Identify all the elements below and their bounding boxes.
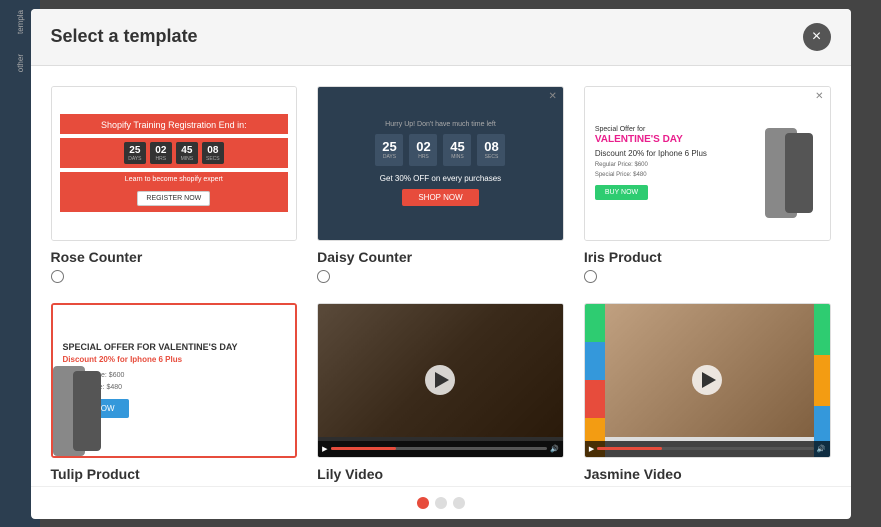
lily-video-controls: ▶ 🔊 — [318, 441, 563, 457]
rose-secs-box: 08 SECS — [202, 142, 224, 164]
lily-template-name: Lily Video — [317, 466, 383, 482]
page-dot-1[interactable] — [417, 497, 429, 509]
template-preview-daisy[interactable]: ✕ Hurry Up! Don't have much time left 25… — [317, 86, 564, 241]
rose-register-btn[interactable]: REGISTER NOW — [137, 191, 210, 206]
modal-body: Shopify Training Registration End in: 25… — [31, 66, 851, 486]
lily-volume-icon[interactable]: 🔊 — [550, 445, 559, 453]
rose-counter-preview: Shopify Training Registration End in: 25… — [52, 87, 297, 240]
jasmine-play-button[interactable] — [692, 365, 722, 395]
jasmine-video-preview: ▶ 🔊 — [585, 304, 830, 457]
modal-footer — [31, 486, 851, 519]
jasmine-bar-green — [585, 304, 605, 342]
daisy-days-box: 25 DAYS — [375, 134, 403, 166]
template-preview-iris[interactable]: ✕ Special Offer for VALENTINE'S DAY Disc… — [584, 86, 831, 241]
modal-header: Select a template × — [31, 9, 851, 66]
jasmine-video-controls: ▶ 🔊 — [585, 441, 830, 457]
template-preview-lily[interactable]: ▶ 🔊 — [317, 303, 564, 458]
jasmine-progress-fill — [597, 447, 662, 450]
lily-progress-bar[interactable] — [331, 447, 548, 450]
rose-mins-box: 45 MINS — [176, 142, 198, 164]
iris-close-icon: ✕ — [815, 91, 823, 102]
jasmine-bar-red — [585, 380, 605, 418]
daisy-secs-box: 08 SECS — [477, 134, 505, 166]
daisy-hrs-box: 02 HRS — [409, 134, 437, 166]
lily-play-icon — [435, 372, 449, 388]
daisy-radio[interactable] — [317, 270, 330, 283]
jasmine-right-bars — [814, 304, 830, 457]
lily-play-pause-icon[interactable]: ▶ — [322, 445, 327, 453]
daisy-mins-box: 45 MINS — [443, 134, 471, 166]
daisy-template-name: Daisy Counter — [317, 249, 412, 265]
template-modal: Select a template × Shopify Training Reg… — [31, 9, 851, 519]
rose-top-bar: Shopify Training Registration End in: — [60, 114, 289, 134]
iris-product-preview: ✕ Special Offer for VALENTINE'S DAY Disc… — [585, 87, 830, 240]
sidebar-label-other: other — [16, 54, 25, 72]
lily-progress-fill — [331, 447, 396, 450]
iris-template-name: Iris Product — [584, 249, 662, 265]
rose-template-name: Rose Counter — [51, 249, 143, 265]
template-item-jasmine: ▶ 🔊 Jasmine Video — [584, 303, 831, 486]
iris-prices: Regular Price: $600 Special Price: $480 — [595, 161, 759, 180]
page-dot-3[interactable] — [453, 497, 465, 509]
rose-days-box: 25 DAYS — [124, 142, 146, 164]
template-preview-rose[interactable]: Shopify Training Registration End in: 25… — [51, 86, 298, 241]
template-item-rose: Shopify Training Registration End in: 25… — [51, 86, 298, 283]
phone-shape-back — [785, 133, 813, 213]
jasmine-play-pause-icon[interactable]: ▶ — [589, 445, 594, 453]
template-preview-tulip[interactable]: SPECIAL OFFER FOR VALENTINE'S DAY Discou… — [51, 303, 298, 458]
rose-hrs-box: 02 HRS — [150, 142, 172, 164]
close-button[interactable]: × — [803, 23, 831, 51]
modal-title: Select a template — [51, 26, 198, 47]
jasmine-bar-blue — [585, 342, 605, 380]
iris-phone-image — [765, 108, 820, 218]
template-item-tulip: SPECIAL OFFER FOR VALENTINE'S DAY Discou… — [51, 303, 298, 486]
daisy-close-icon: ✕ — [548, 91, 556, 102]
jasmine-template-name: Jasmine Video — [584, 466, 682, 482]
modal-overlay: templa other Select a template × Shopify… — [0, 0, 881, 527]
template-preview-jasmine[interactable]: ▶ 🔊 — [584, 303, 831, 458]
tulip-template-name: Tulip Product — [51, 466, 140, 482]
template-item-lily: ▶ 🔊 Lily Video — [317, 303, 564, 486]
tulip-product-preview: SPECIAL OFFER FOR VALENTINE'S DAY Discou… — [53, 305, 296, 456]
jasmine-right-bar-2 — [814, 355, 830, 406]
template-item-daisy: ✕ Hurry Up! Don't have much time left 25… — [317, 86, 564, 283]
lily-video-preview: ▶ 🔊 — [318, 304, 563, 457]
iris-radio[interactable] — [584, 270, 597, 283]
jasmine-left-bars — [585, 304, 605, 457]
template-item-iris: ✕ Special Offer for VALENTINE'S DAY Disc… — [584, 86, 831, 283]
sidebar-label-templa: templa — [16, 10, 25, 34]
rose-radio[interactable] — [51, 270, 64, 283]
iris-buy-btn[interactable]: BUY NOW — [595, 185, 648, 200]
tulip-phone-back — [73, 371, 101, 451]
templates-grid: Shopify Training Registration End in: 25… — [51, 86, 831, 486]
page-dot-2[interactable] — [435, 497, 447, 509]
daisy-counter-preview: ✕ Hurry Up! Don't have much time left 25… — [318, 87, 563, 240]
jasmine-progress-bar[interactable] — [597, 447, 814, 450]
rose-countdown-row: 25 DAYS 02 HRS 45 MINS — [60, 138, 289, 168]
daisy-shop-btn[interactable]: SHOP NOW — [402, 189, 478, 206]
daisy-countdown-row: 25 DAYS 02 HRS 45 MINS — [375, 134, 505, 166]
jasmine-right-bar-1 — [814, 304, 830, 355]
rose-bottom-bar: Learn to become shopify expert REGISTER … — [60, 172, 289, 212]
iris-text-side: Special Offer for VALENTINE'S DAY Discou… — [595, 126, 765, 199]
jasmine-volume-icon[interactable]: 🔊 — [817, 445, 826, 453]
jasmine-play-icon — [702, 372, 716, 388]
